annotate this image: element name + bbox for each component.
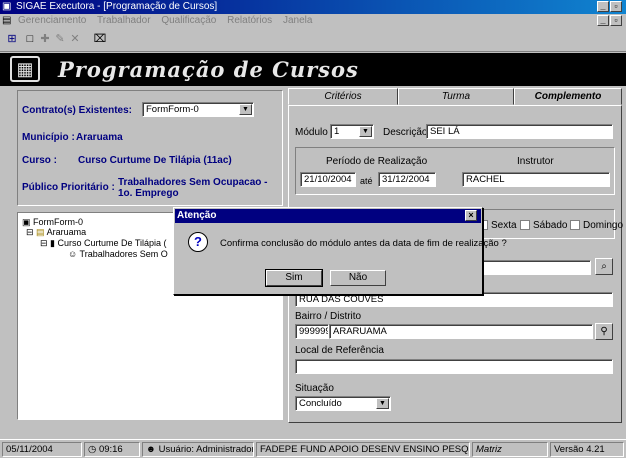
window-title: SIGAE Executora - [Programação de Cursos… [16,1,218,12]
new-icon[interactable]: □ [22,32,38,47]
bairro-label: Bairro / Distrito [295,311,362,322]
publico-value: Trabalhadores Sem Ocupacao - 1o. Emprego [118,177,268,199]
restore-icon[interactable]: ▫ [610,1,622,12]
day-sexta[interactable]: Sexta [478,220,517,231]
status-version: Versão 4.21 [550,442,624,457]
situacao-select[interactable]: Concluído ▼ [295,396,391,411]
lookup-icon[interactable]: ⌕ [595,258,613,275]
day-sexta-label: Sexta [491,220,517,231]
contrato-label: Contrato(s) Existentes: [22,105,133,116]
status-time: 09:16 [98,444,123,455]
tree-node-municipio[interactable]: ⊟ ▤ Araruama [26,227,86,238]
instrutor-input[interactable]: RACHEL [462,172,610,187]
dialog-title-bar: Atenção × [175,209,481,223]
data-fim-input[interactable]: 31/12/2004 [378,172,436,187]
close-icon[interactable]: × [465,210,477,221]
tree-node-publico[interactable]: ☺ Trabalhadores Sem O [68,249,168,259]
curso-label: Curso : [22,155,57,166]
chevron-down-icon[interactable]: ▼ [376,398,389,409]
tree-node-contract-label: FormForm-0 [33,217,84,227]
edit-icon[interactable]: ✎ [52,32,68,47]
publico-label: Público Prioritário : [22,182,115,193]
people-icon: ☺ [68,249,78,259]
day-sabado[interactable]: Sábado [520,220,567,231]
tree-node-publico-label: Trabalhadores Sem O [79,249,168,259]
modulo-label: Módulo [295,127,328,138]
course-icon: ▮ [50,238,55,248]
status-bar: 05/11/2004 ◷ 09:16 ☻ Usuário: Administra… [0,439,626,458]
municipio-label: Município : [22,132,75,143]
contrato-value: FormForm-0 [146,104,199,115]
status-time-cell: ◷ 09:16 [84,442,140,457]
question-icon: ? [188,232,208,252]
modulo-value: 1 [334,126,340,137]
checkbox-icon[interactable] [520,220,530,231]
tab-turma[interactable]: Turma [398,88,514,105]
dialog-title: Atenção [177,210,217,221]
status-date: 05/11/2004 [2,442,82,457]
menu-qualificacao[interactable]: Qualificação [161,15,216,26]
instrutor-label: Instrutor [517,156,554,167]
confirm-dialog: Atenção × ? Confirma conclusão do módulo… [173,207,507,295]
add-icon[interactable]: ✚ [37,32,53,47]
curso-value: Curso Curtume De Tilápia (11ac) [78,155,232,166]
ate-label: até [360,176,373,186]
referencia-input[interactable] [295,359,613,374]
chevron-down-icon[interactable]: ▼ [359,126,372,137]
contrato-select[interactable]: FormForm-0 ▼ [142,102,254,117]
tree-node-curso[interactable]: ⊟ ▮ Curso Curtume De Tilápia ( [40,238,167,249]
title-bar: ▣ SIGAE Executora - [Programação de Curs… [0,0,626,14]
doc-icon: ▤ [2,15,12,26]
course-info-panel: Contrato(s) Existentes: FormForm-0 ▼ Mun… [17,90,283,206]
status-user-cell: ☻ Usuário: Administrador [142,442,254,457]
menu-trabalhador[interactable]: Trabalhador [97,15,151,26]
chevron-down-icon[interactable]: ▼ [239,104,252,115]
exit-icon[interactable]: ⌧ [92,32,108,47]
binoculars-icon[interactable]: ⚲ [595,323,613,340]
status-user: Usuário: Administrador [158,444,254,455]
menu-bar: ▤ Gerenciamento Trabalhador Qualificação… [0,14,626,28]
user-icon: ☻ [146,444,156,455]
schedule-icon: ▦ [10,56,40,82]
periodo-group: Período de Realização Instrutor 21/10/20… [295,147,615,195]
bairro-input[interactable]: ARARUAMA [329,324,593,339]
clock-icon: ◷ [88,444,97,455]
situacao-value: Concluído [299,398,342,409]
situacao-label: Situação [295,383,334,394]
delete-icon[interactable]: ✕ [67,32,83,47]
periodo-label: Período de Realização [326,156,428,167]
day-domingo-label: Domingo [583,220,624,231]
toolbar: ⊞ □ ✚ ✎ ✕ ⌧ [0,28,626,52]
folder-icon: ▤ [36,227,45,237]
menu-gerenciamento[interactable]: Gerenciamento [18,15,86,26]
status-unit: Matriz [472,442,548,457]
tab-criterios[interactable]: Critérios [288,88,398,105]
tree-node-municipio-label: Araruama [46,227,87,237]
app-icon: ▣ [2,1,12,12]
child-minimize-icon[interactable]: _ [597,15,609,26]
tree-node-curso-label: Curso Curtume De Tilápia ( [57,238,167,248]
no-button[interactable]: Não [330,270,386,286]
page-title: Programação de Cursos [58,57,359,82]
referencia-label: Local de Referência [295,345,384,356]
bairro-code-input[interactable]: 999999 [295,324,329,339]
banner: ▦ Programação de Cursos [0,53,626,86]
tab-complemento[interactable]: Complemento [514,88,622,105]
day-sabado-label: Sábado [533,220,568,231]
descricao-label: Descrição [383,127,428,138]
modulo-select[interactable]: 1 ▼ [330,124,374,139]
data-inicio-input[interactable]: 21/10/2004 [300,172,356,187]
child-restore-icon[interactable]: ▫ [610,15,622,26]
menu-relatorios[interactable]: Relatórios [227,15,272,26]
day-domingo[interactable]: Domingo [570,220,623,231]
minimize-icon[interactable]: _ [597,1,609,12]
menu-janela[interactable]: Janela [283,15,312,26]
municipio-value: Araruama [76,132,123,143]
tree-view-icon[interactable]: ⊞ [4,32,20,47]
yes-button[interactable]: Sim [265,269,323,287]
descricao-input[interactable]: SEI LÁ [426,124,613,139]
status-org: FADEPE FUND APOIO DESENV ENSINO PESQ E E [256,442,470,457]
checkbox-icon[interactable] [570,220,580,231]
dialog-message: Confirma conclusão do módulo antes da da… [220,238,507,249]
